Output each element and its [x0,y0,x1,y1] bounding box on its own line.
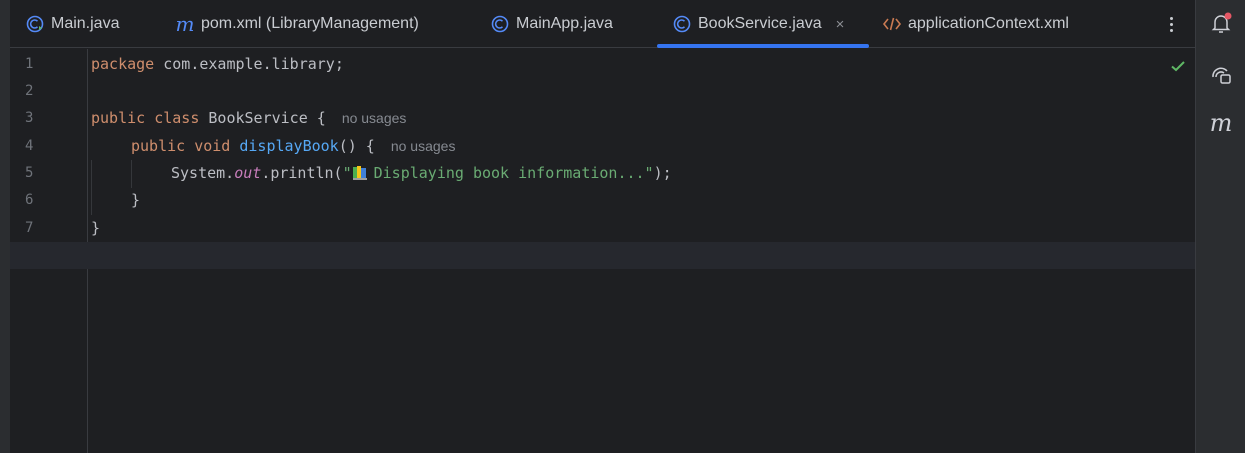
usages-hint[interactable]: no usages [391,138,456,154]
active-tab-indicator [657,44,869,48]
indent-guide [131,160,132,188]
line-number: 1 [25,56,34,72]
code-line-3: public class BookService {no usages [91,109,407,127]
xml-icon [882,14,902,34]
tab-label: applicationContext.xml [908,15,1069,32]
tab-mainapp-java[interactable]: MainApp.java [490,0,613,48]
tab-label: pom.xml (LibraryManagement) [201,15,419,32]
maven-icon: m [175,12,195,36]
notifications-icon[interactable] [1208,10,1234,36]
tab-applicationcontext-xml[interactable]: applicationContext.xml [882,0,1069,48]
usages-hint[interactable]: no usages [342,110,407,126]
line-number: 2 [25,83,34,99]
left-edge-strip [0,0,10,453]
tab-label: MainApp.java [516,15,613,32]
java-run-icon [25,14,45,34]
code-line-7: } [91,219,101,237]
code-line-4: public void displayBook() {no usages [131,137,456,155]
inspection-ok-check-icon[interactable] [1170,58,1186,79]
tab-bookservice-java[interactable]: BookService.java × [657,0,869,48]
tab-main-java[interactable]: Main.java [25,0,119,48]
right-tool-window-bar: m [1195,0,1245,453]
line-number: 6 [25,192,34,208]
tab-label: Main.java [51,15,120,32]
class-icon [672,14,692,34]
tab-pom-xml[interactable]: m pom.xml (LibraryManagement) [175,0,419,48]
tab-label: BookService.java [698,15,822,32]
line-number: 7 [25,220,34,236]
code-line-1: package com.example.library; [91,55,344,73]
close-icon[interactable]: × [836,16,845,33]
line-number: 5 [25,165,34,181]
line-number: 3 [25,110,34,126]
ai-assistant-icon[interactable] [1208,62,1234,88]
current-line-highlight [10,242,1195,269]
books-emoji-icon [352,162,368,180]
more-tabs-icon[interactable] [1160,10,1182,38]
line-number: 4 [25,138,34,154]
indent-guide [91,160,92,215]
code-line-5: System.out.println(" Displaying book info… [171,162,672,182]
maven-tool-icon[interactable]: m [1208,109,1234,137]
class-icon [490,14,510,34]
editor-tab-bar: Main.java m pom.xml (LibraryManagement) … [10,0,1195,48]
code-line-6: } [131,191,141,209]
